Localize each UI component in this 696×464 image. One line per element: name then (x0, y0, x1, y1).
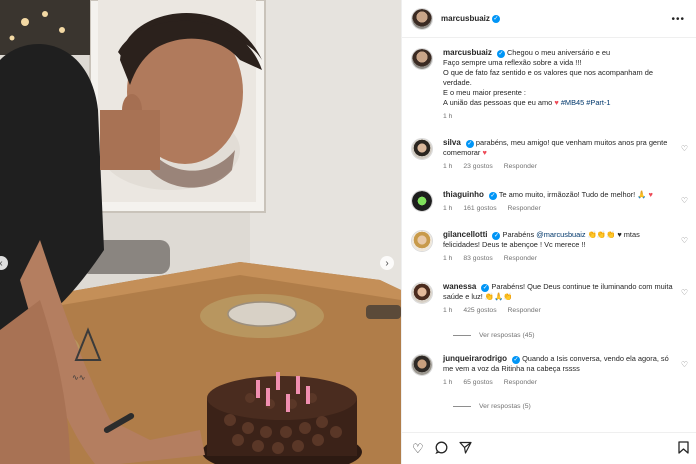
post-header: marcusbuaiz ✓ ••• (402, 0, 696, 38)
caption-line: A união das pessoas que eu amo (443, 98, 553, 107)
comment-item: silva ✓ parabéns, meu amigo! que venham m… (411, 138, 691, 172)
heart-icon[interactable]: ♡ (681, 236, 688, 245)
commenter-avatar[interactable] (411, 354, 433, 376)
caption-line: Chegou o meu aniversário e eu (506, 48, 611, 57)
heart-emoji: ♥ (554, 98, 559, 107)
comment-username[interactable]: thiaguinho (443, 190, 484, 199)
comment-likes[interactable]: 161 gostos (463, 205, 496, 212)
commenter-avatar[interactable] (411, 230, 433, 252)
commenter-avatar[interactable] (411, 282, 433, 304)
commenter-avatar[interactable] (411, 190, 433, 212)
heart-icon[interactable]: ♡ (681, 288, 688, 297)
post-caption: marcusbuaiz ✓ Chegou o meu aniversário e … (411, 48, 691, 122)
author-username[interactable]: marcusbuaiz (441, 14, 490, 23)
svg-text:∿∿: ∿∿ (72, 373, 85, 382)
heart-icon[interactable]: ♡ (681, 144, 688, 153)
verified-badge-icon: ✓ (496, 50, 505, 58)
heart-icon[interactable]: ♡ (681, 196, 688, 205)
view-replies-label[interactable]: Ver respostas (5) (479, 403, 531, 410)
heart-icon[interactable]: ♡ (412, 441, 424, 457)
comment-time: 1 h (443, 379, 453, 386)
reply-button[interactable]: Responder (508, 307, 541, 314)
verified-badge-icon: ✓ (491, 14, 500, 23)
comment-text: Parabéns! Que Deus continue te iluminand… (443, 282, 673, 301)
view-replies-button[interactable]: Ver respostas (45) (453, 332, 535, 339)
comment-emoji: 🙏 ♥ (637, 190, 653, 199)
comment-likes[interactable]: 425 gostos (463, 307, 496, 314)
more-icon[interactable]: ••• (671, 14, 685, 25)
caption-line: O que de fato faz sentido e os valores q… (443, 68, 653, 77)
comment-likes[interactable]: 65 gostos (463, 379, 492, 386)
author-avatar[interactable] (411, 7, 433, 30)
post-sidebar: marcusbuaiz ✓ ••• marcusbuaiz ✓ Chegou o … (401, 0, 696, 464)
caption-username[interactable]: marcusbuaiz (443, 48, 492, 57)
caption-line: E o meu maior presente : (443, 88, 526, 97)
comment-item: wanessa ✓ Parabéns! Que Deus continue te … (411, 282, 691, 316)
caption-line: verdade. (443, 78, 472, 87)
comment-item: junqueirarodrigo ✓ Quando a Isis conversa… (411, 354, 691, 388)
comment-username[interactable]: silva (443, 138, 461, 147)
post-photo[interactable]: ∿∿ ‹ › (0, 0, 401, 464)
next-photo-button[interactable]: › (380, 256, 394, 270)
heart-icon[interactable]: ♡ (681, 360, 688, 369)
comment-username[interactable]: wanessa (443, 282, 476, 291)
view-replies-button[interactable]: Ver respostas (5) (453, 403, 531, 410)
comment-username[interactable]: gilancellotti (443, 230, 487, 239)
comment-time: 1 h (443, 163, 453, 170)
author-avatar[interactable] (411, 48, 433, 70)
replies-divider (453, 406, 471, 407)
comment-mention[interactable]: @marcusbuaiz (536, 230, 585, 239)
reply-button[interactable]: Responder (508, 205, 541, 212)
reply-button[interactable]: Responder (504, 379, 537, 386)
verified-badge-icon: ✓ (465, 140, 474, 148)
verified-badge-icon: ✓ (481, 284, 490, 292)
comment-time: 1 h (443, 307, 453, 314)
comment-text: parabéns, meu amigo! que venham muitos a… (443, 138, 668, 157)
reply-button[interactable]: Responder (504, 255, 537, 262)
caption-line: Faço sempre uma reflexão sobre a vida !!… (443, 58, 582, 67)
verified-badge-icon: ✓ (488, 192, 497, 200)
comment-item: thiaguinho ✓ Te amo muito, irmãozão! Tudo… (411, 190, 691, 214)
comment-item: gilancellotti ✓ Parabéns @marcusbuaiz 👏👏👏… (411, 230, 691, 264)
comment-likes[interactable]: 23 gostos (463, 163, 492, 170)
caption-hashtags[interactable]: #MB45 #Part-1 (561, 98, 611, 107)
comment-emoji: ♥ (482, 148, 487, 157)
comments-list: marcusbuaiz ✓ Chegou o meu aniversário e … (402, 40, 696, 420)
share-icon[interactable] (459, 441, 472, 457)
comment-emoji: 👏🙏👏 (484, 292, 513, 301)
birthday-photo-illustration: ∿∿ (0, 0, 401, 464)
comment-likes[interactable]: 83 gostos (463, 255, 492, 262)
view-replies-label[interactable]: Ver respostas (45) (479, 332, 535, 339)
reply-button[interactable]: Responder (504, 163, 537, 170)
comment-time: 1 h (443, 255, 453, 262)
comment-time: 1 h (443, 205, 453, 212)
verified-badge-icon: ✓ (512, 356, 520, 364)
comment-text: Parabéns (502, 230, 537, 239)
comment-username[interactable]: junqueirarodrigo (443, 354, 507, 363)
caption-time: 1 h (443, 113, 453, 120)
comment-icon[interactable] (435, 441, 448, 457)
replies-divider (453, 335, 471, 336)
post-action-bar: ♡ (402, 432, 696, 464)
comment-text: Te amo muito, irmãozão! Tudo de melhor! (498, 190, 636, 199)
verified-badge-icon: ✓ (492, 232, 501, 240)
bookmark-icon[interactable] (678, 441, 689, 457)
commenter-avatar[interactable] (411, 138, 433, 160)
